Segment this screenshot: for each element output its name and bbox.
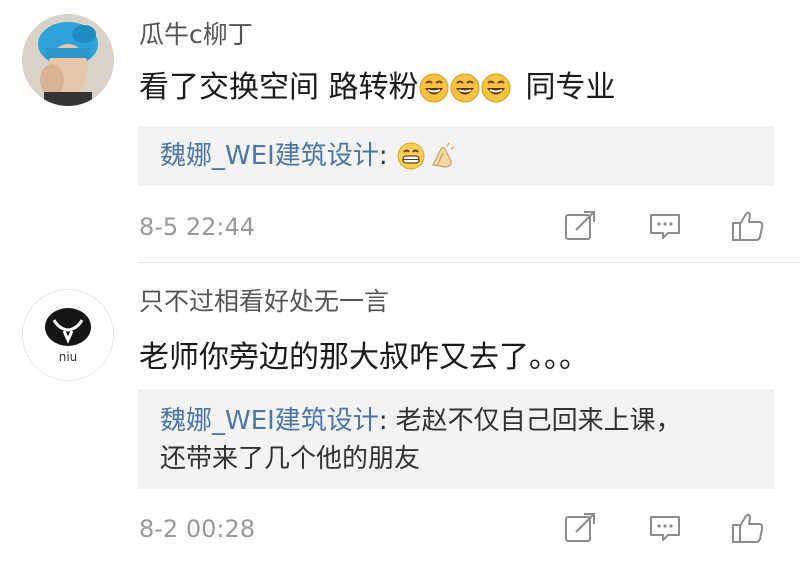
reply-author[interactable]: 魏娜_WEI建筑设计 — [160, 403, 379, 439]
comment-text-part: 看了交换空间 路转粉 — [139, 70, 419, 105]
avatar[interactable] — [22, 14, 114, 106]
timestamp: 8-2 00:28 — [139, 515, 255, 543]
reply-text: 老赵不仅自己回来上课， — [395, 406, 682, 436]
laughing-emoji — [450, 73, 480, 103]
reply-line: 魏娜_WEI建筑设计 : 老赵不仅自己回来上课， — [160, 403, 682, 439]
username[interactable]: 只不过相看好处无一言 — [139, 287, 389, 317]
reply-colon: : — [378, 141, 388, 171]
username[interactable]: 瓜牛c柳丁 — [139, 20, 253, 50]
user-photo — [22, 14, 114, 106]
thumbs-up-icon[interactable] — [728, 508, 768, 548]
comment-text: 看了交换空间 路转粉 同专业 — [139, 68, 616, 108]
laughing-emoji — [419, 73, 449, 103]
timestamp: 8-5 22:44 — [139, 213, 255, 241]
laughing-emoji — [481, 73, 511, 103]
avatar-logo-text: niu — [59, 350, 78, 364]
comment-item: niu 只不过相看好处无一言 老师你旁边的那大叔咋又去了。。。 魏娜_WEI建筑… — [0, 263, 800, 566]
grin-emoji — [396, 141, 426, 171]
reply-text: 还带来了几个他的朋友 — [160, 444, 421, 474]
comment-text: 老师你旁边的那大叔咋又去了。。。 — [139, 340, 589, 375]
reply-box[interactable]: 魏娜_WEI建筑设计 : — [138, 126, 774, 186]
reply-line: 还带来了几个他的朋友 — [160, 441, 420, 477]
comment-item: 瓜牛c柳丁 看了交换空间 路转粉 同专业 魏娜_WEI建筑设计: 8-5 22… — [0, 0, 800, 262]
comment-icon[interactable] — [645, 206, 685, 246]
reply-author[interactable]: 魏娜_WEI建筑设计 — [160, 138, 379, 174]
clap-emoji — [427, 141, 457, 171]
niu-logo: niu — [23, 290, 113, 380]
thumbs-up-icon[interactable] — [728, 206, 768, 246]
share-icon[interactable] — [560, 508, 600, 548]
share-icon[interactable] — [560, 206, 600, 246]
reply-box[interactable]: 魏娜_WEI建筑设计 : 老赵不仅自己回来上课， 还带来了几个他的朋友 — [138, 389, 774, 489]
reply-line: 魏娜_WEI建筑设计 : — [160, 138, 458, 174]
reply-colon: : — [378, 406, 388, 436]
comment-icon[interactable] — [645, 508, 685, 548]
avatar[interactable]: niu — [22, 289, 114, 381]
comment-text-part: 同专业 — [525, 70, 616, 105]
